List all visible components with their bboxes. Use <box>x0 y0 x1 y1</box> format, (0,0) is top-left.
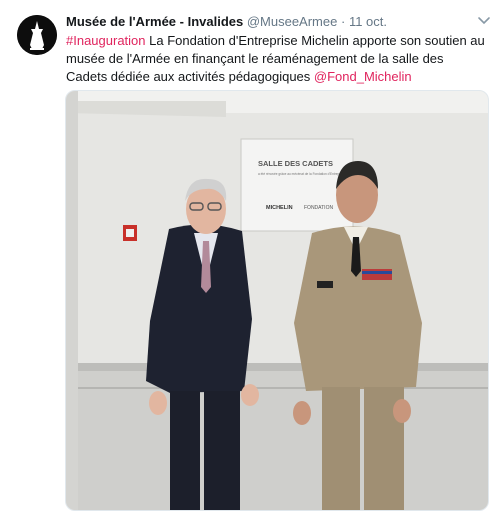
chevron-down-icon[interactable] <box>477 14 491 28</box>
separator: · <box>340 14 346 29</box>
account-name[interactable]: Musée de l'Armée - Invalides <box>66 14 243 29</box>
plaque-foundation: FONDATION <box>304 205 333 211</box>
soldier-silhouette-icon <box>17 15 57 55</box>
mention-link[interactable]: @Fond_Michelin <box>314 69 412 84</box>
tweet-text: #Inauguration La Fondation d'Entreprise … <box>66 32 486 86</box>
tweet-date[interactable]: 11 oct. <box>349 14 387 29</box>
account-handle[interactable]: @MuseeArmee <box>247 14 338 29</box>
tweet-header: Musée de l'Armée - Invalides @MuseeArmee… <box>66 14 387 30</box>
hashtag-link[interactable]: #Inauguration <box>66 33 146 48</box>
plaque-brand: MICHELIN <box>266 205 293 211</box>
tweet[interactable]: Musée de l'Armée - Invalides @MuseeArmee… <box>0 0 503 516</box>
avatar[interactable] <box>17 15 57 55</box>
plaque-title: SALLE DES CADETS <box>258 159 333 168</box>
tweet-photo[interactable]: SALLE DES CADETS a été rénovée grâce au … <box>65 90 489 511</box>
